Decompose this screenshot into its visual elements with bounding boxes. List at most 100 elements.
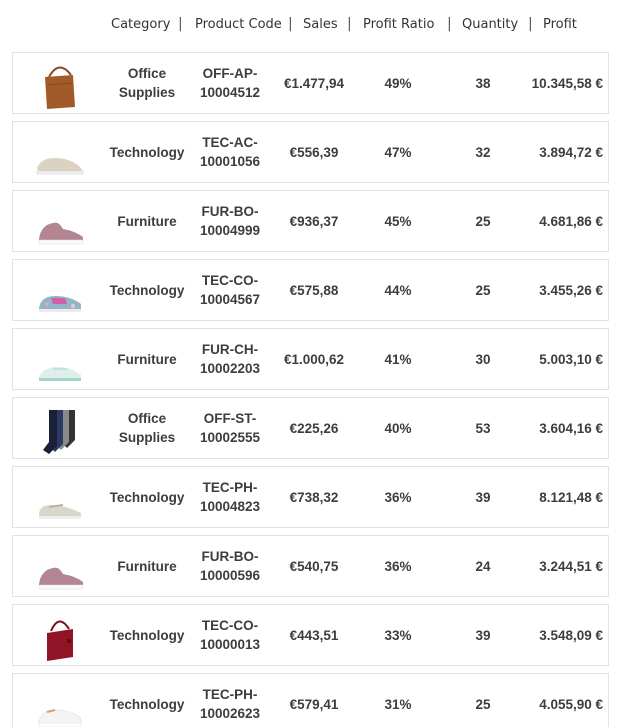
product-image bbox=[21, 605, 99, 665]
product-image bbox=[21, 260, 99, 320]
red-handbag-icon bbox=[47, 620, 73, 661]
profit-cell: 3.604,16 € bbox=[539, 420, 603, 436]
profit-cell: 8.121,48 € bbox=[539, 489, 603, 505]
category-cell: Furniture bbox=[117, 351, 177, 367]
category-cell: Technology bbox=[109, 627, 185, 643]
table-row[interactable]: Technology TEC-PH- 10002623 €579,41 31% … bbox=[12, 673, 609, 727]
category-cell: Technology bbox=[109, 144, 185, 160]
table-row[interactable]: Furniture FUR-BO- 10004999 €936,37 45% 2… bbox=[12, 190, 609, 252]
column-separator: | bbox=[288, 16, 293, 32]
product-code-cell: TEC-PH- 10004823 bbox=[199, 480, 261, 514]
mint-canvas-sneaker-icon bbox=[39, 367, 81, 381]
product-code-cell: OFF-ST- 10002555 bbox=[199, 411, 261, 445]
column-separator: | bbox=[347, 16, 352, 32]
sales-cell: €579,41 bbox=[289, 696, 339, 712]
quantity-cell: 38 bbox=[475, 75, 491, 91]
product-code-cell: FUR-BO- 10000596 bbox=[199, 549, 261, 583]
table-row[interactable]: Office Supplies OFF-ST- 10002555 €225,26… bbox=[12, 397, 609, 459]
quantity-cell: 25 bbox=[475, 696, 491, 712]
profit-cell: 3.244,51 € bbox=[539, 558, 603, 574]
product-code-cell: TEC-AC- 10001056 bbox=[199, 135, 261, 169]
silver-mary-jane-shoe-icon bbox=[39, 504, 81, 519]
sales-cell: €556,39 bbox=[289, 144, 339, 160]
table-row[interactable]: Technology TEC-CO- 10004567 €575,88 44% … bbox=[12, 259, 609, 321]
sales-cell: €225,26 bbox=[289, 420, 339, 436]
product-image bbox=[21, 398, 99, 458]
sales-cell: €575,88 bbox=[289, 282, 339, 298]
colorful-kids-sneaker-icon bbox=[39, 296, 81, 312]
table-row[interactable]: Office Supplies OFF-AP- 10004512 €1.477,… bbox=[12, 52, 609, 114]
product-image bbox=[21, 329, 99, 389]
column-header-quantity[interactable]: Quantity bbox=[462, 17, 518, 32]
profit-ratio-cell: 45% bbox=[384, 213, 412, 229]
quantity-cell: 39 bbox=[475, 489, 491, 505]
category-cell: Furniture bbox=[117, 213, 177, 229]
profit-ratio-cell: 40% bbox=[384, 420, 412, 436]
profit-cell: 3.894,72 € bbox=[539, 144, 603, 160]
product-code-cell: TEC-CO- 10004567 bbox=[199, 273, 261, 307]
table-row[interactable]: Furniture FUR-CH- 10002203 €1.000,62 41%… bbox=[12, 328, 609, 390]
profit-ratio-cell: 49% bbox=[384, 75, 412, 91]
quantity-cell: 39 bbox=[475, 627, 491, 643]
profit-cell: 5.003,10 € bbox=[539, 351, 603, 367]
quantity-cell: 25 bbox=[475, 213, 491, 229]
quantity-cell: 32 bbox=[475, 144, 491, 160]
column-separator: | bbox=[447, 16, 452, 32]
sales-cell: €1.000,62 bbox=[283, 351, 345, 367]
column-header-category[interactable]: Category bbox=[111, 17, 170, 32]
profit-ratio-cell: 33% bbox=[384, 627, 412, 643]
table-row[interactable]: Technology TEC-PH- 10004823 €738,32 36% … bbox=[12, 466, 609, 528]
profit-ratio-cell: 31% bbox=[384, 696, 412, 712]
sales-cell: €1.477,94 bbox=[283, 75, 345, 91]
white-sneaker-icon bbox=[38, 709, 82, 727]
table-row[interactable]: Technology TEC-CO- 10000013 €443,51 33% … bbox=[12, 604, 609, 666]
column-header-product-code[interactable]: Product Code bbox=[195, 17, 282, 32]
column-header-profit-ratio[interactable]: Profit Ratio bbox=[363, 17, 434, 32]
profit-ratio-cell: 36% bbox=[384, 558, 412, 574]
profit-cell: 4.681,86 € bbox=[539, 213, 603, 229]
beige-sneaker-icon bbox=[36, 158, 84, 175]
product-image bbox=[21, 122, 99, 182]
table-row[interactable]: Furniture FUR-BO- 10000596 €540,75 36% 2… bbox=[12, 535, 609, 597]
category-cell: Furniture bbox=[117, 558, 177, 574]
sales-cell: €738,32 bbox=[289, 489, 339, 505]
product-image bbox=[21, 191, 99, 251]
profit-cell: 10.345,58 € bbox=[531, 75, 603, 91]
category-cell: Technology bbox=[109, 489, 185, 505]
category-cell: Technology bbox=[109, 282, 185, 298]
quantity-cell: 25 bbox=[475, 282, 491, 298]
profit-cell: 3.548,09 € bbox=[539, 627, 603, 643]
product-image bbox=[21, 674, 99, 727]
sales-cell: €540,75 bbox=[289, 558, 339, 574]
product-code-cell: FUR-BO- 10004999 bbox=[199, 204, 261, 238]
table-row[interactable]: Technology TEC-AC- 10001056 €556,39 47% … bbox=[12, 121, 609, 183]
product-image bbox=[21, 536, 99, 596]
product-code-cell: OFF-AP- 10004512 bbox=[199, 66, 261, 100]
profit-cell: 4.055,90 € bbox=[539, 696, 603, 712]
product-image bbox=[21, 467, 99, 527]
column-separator: | bbox=[528, 16, 533, 32]
brown-handbag-icon bbox=[45, 66, 75, 109]
profit-ratio-cell: 44% bbox=[384, 282, 412, 298]
pink-sneaker-icon bbox=[38, 222, 84, 245]
product-code-cell: FUR-CH- 10002203 bbox=[199, 342, 261, 376]
product-code-cell: TEC-PH- 10002623 bbox=[199, 687, 261, 721]
column-header-profit[interactable]: Profit bbox=[543, 17, 577, 32]
profit-ratio-cell: 47% bbox=[384, 144, 412, 160]
sales-cell: €443,51 bbox=[289, 627, 339, 643]
category-cell: Technology bbox=[109, 696, 185, 712]
quantity-cell: 24 bbox=[475, 558, 491, 574]
profit-ratio-cell: 36% bbox=[384, 489, 412, 505]
table-header: Category | Product Code | Sales | Profit… bbox=[0, 16, 626, 37]
socks-pack-icon bbox=[43, 410, 75, 454]
profit-ratio-cell: 41% bbox=[384, 351, 412, 367]
column-header-sales[interactable]: Sales bbox=[303, 17, 338, 32]
product-image bbox=[21, 53, 99, 113]
pink-sneaker-icon bbox=[38, 567, 84, 590]
quantity-cell: 53 bbox=[475, 420, 491, 436]
product-code-cell: TEC-CO- 10000013 bbox=[199, 618, 261, 652]
category-cell: Office Supplies bbox=[118, 411, 176, 445]
column-separator: | bbox=[178, 16, 183, 32]
quantity-cell: 30 bbox=[475, 351, 491, 367]
profit-cell: 3.455,26 € bbox=[539, 282, 603, 298]
